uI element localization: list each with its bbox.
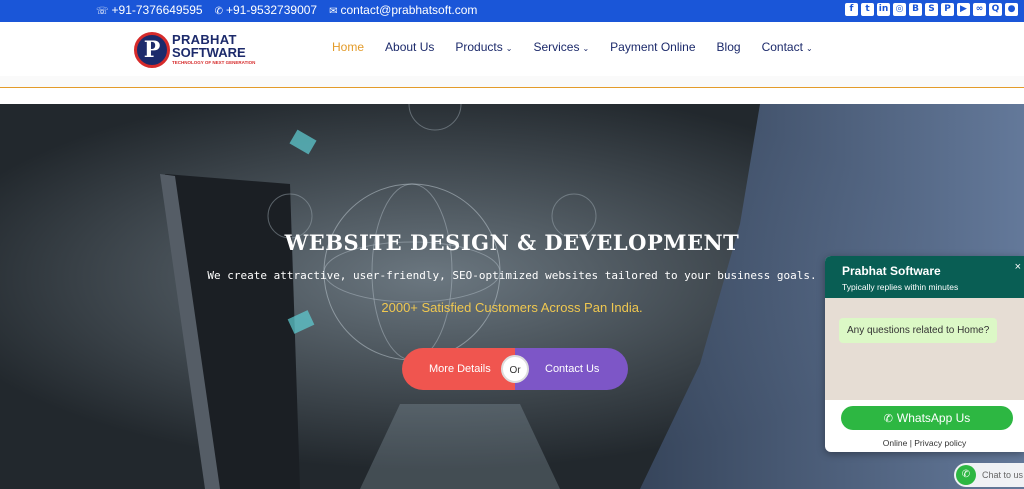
phone-2-text: +91-9532739007 [226,3,318,17]
skype-icon[interactable]: S [925,3,938,16]
whatsapp-us-label: WhatsApp Us [896,411,971,425]
nav-item-label: About Us [385,40,435,54]
phone-2[interactable]: ✆ +91-9532739007 [215,3,317,17]
whatsapp-name: Prabhat Software [842,264,941,278]
phone-1-text: +91-7376649595 [111,3,203,17]
mail-icon: ✉ [329,6,338,17]
chevron-down-icon: ⌄ [505,44,513,53]
email-text: contact@prabhatsoft.com [340,3,478,17]
chevron-down-icon: ⌄ [805,44,813,53]
site-logo[interactable]: P PRABHAT SOFTWARE TECHNOLOGY OF NEXT GE… [134,30,255,70]
whatsapp-us-button[interactable]: ✆ WhatsApp Us [841,406,1013,430]
logo-line-2: SOFTWARE [172,45,246,60]
linkedin-icon[interactable]: in [877,3,890,16]
pinterest-icon[interactable]: P [941,3,954,16]
link-icon[interactable]: ∞ [973,3,986,16]
youtube-icon[interactable]: ▶ [957,3,970,16]
twitter-icon[interactable]: t [861,3,874,16]
quora-icon[interactable]: Q [989,3,1002,16]
phone-1[interactable]: ☏ +91-7376649595 [96,3,203,17]
nav-item-label: Home [332,40,365,54]
chat-to-us-label: Chat to us [982,470,1024,480]
whatsapp-icon: ✆ [883,413,893,425]
nav-item-payment-online[interactable]: Payment Online [610,40,695,54]
nav-item-services[interactable]: Services ⌄ [533,40,589,54]
nav-item-label: Services [533,40,580,54]
spacer [0,88,1024,104]
instagram-icon[interactable]: ◎ [893,3,906,16]
close-icon[interactable]: × [1015,261,1021,273]
email-link[interactable]: ✉ contact@prabhatsoft.com [329,3,477,17]
whatsapp-chat-body: Any questions related to Home? [825,298,1024,400]
nav-item-blog[interactable]: Blog [717,40,741,54]
nav-item-contact[interactable]: Contact ⌄ [762,40,813,54]
nav-item-label: Payment Online [610,40,696,54]
medium-icon[interactable]: ● [1005,3,1018,16]
facebook-icon[interactable]: f [845,3,858,16]
top-contact-bar: ☏ +91-7376649595 ✆ +91-9532739007 ✉ contact… [0,0,1024,22]
or-badge: Or [501,355,529,383]
contact-us-button[interactable]: Contact Us [515,348,628,390]
contact-info: ☏ +91-7376649595 ✆ +91-9532739007 ✉ contact… [96,3,477,17]
whatsapp-icon: ✆ [214,6,223,17]
chat-to-us-button[interactable]: ✆ Chat to us [954,463,1024,487]
whatsapp-icon: ✆ [956,465,976,485]
chevron-down-icon: ⌄ [582,44,590,53]
header-divider [0,76,1024,88]
logo-tagline: TECHNOLOGY OF NEXT GENERATION [172,60,256,65]
nav-item-home[interactable]: Home [332,40,364,54]
whatsapp-widget: Prabhat Software Typically replies withi… [825,256,1024,452]
more-details-button[interactable]: More Details [402,348,515,390]
site-header: P PRABHAT SOFTWARE TECHNOLOGY OF NEXT GE… [0,22,1024,76]
nav-item-products[interactable]: Products ⌄ [455,40,512,54]
cta-group: More Details Contact Us Or [402,348,628,390]
nav-item-label: Products [455,40,503,54]
whatsapp-message: Any questions related to Home? [839,318,998,343]
social-links: f t in ◎ B S P ▶ ∞ Q ● [845,3,1018,16]
phone-icon: ☏ [96,6,109,17]
whatsapp-header: Prabhat Software Typically replies withi… [825,256,1024,298]
logo-mark: P [134,32,170,68]
whatsapp-status: Typically replies within minutes [842,282,959,292]
nav-item-label: Blog [716,40,741,54]
hero-title: WEBSITE DESIGN & DEVELOPMENT [284,230,740,255]
main-nav: Home About Us Products ⌄ Services ⌄ Payment On… [332,40,834,54]
nav-item-about-us[interactable]: About Us [385,40,434,54]
blogger-icon[interactable]: B [909,3,922,16]
whatsapp-footer[interactable]: Online | Privacy policy [825,438,1024,448]
nav-item-label: Contact [761,40,803,54]
